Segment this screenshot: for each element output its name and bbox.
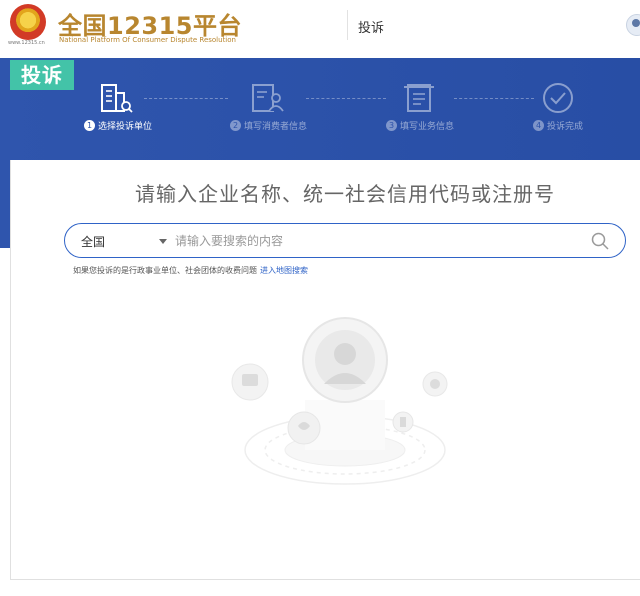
step-connector <box>454 98 534 99</box>
header-divider <box>347 10 348 40</box>
step-connector <box>144 98 228 99</box>
building-search-icon <box>101 84 133 113</box>
search-hint: 如果您投诉的是行政事业单位、社会团体的收费问题 进入地图搜索 <box>73 265 308 276</box>
hint-text: 如果您投诉的是行政事业单位、社会团体的收费问题 <box>73 266 257 275</box>
step-connector <box>306 98 386 99</box>
step-1-label: 1 选择投诉单位 <box>84 119 152 132</box>
user-avatar-icon[interactable] <box>626 14 640 36</box>
step-text: 投诉完成 <box>547 122 584 132</box>
step-number: 4 <box>533 120 544 131</box>
check-circle-icon <box>543 83 573 113</box>
step-number: 1 <box>84 120 95 131</box>
step-2-label: 2 填写消费者信息 <box>230 119 307 132</box>
search-headline: 请输入企业名称、统一社会信用代码或注册号 <box>135 182 555 206</box>
site-subtitle: National Platform Of Consumer Dispute Re… <box>59 36 236 44</box>
page: www.12315.cn 全国12315平台 National Platform… <box>0 0 640 596</box>
step-number: 2 <box>230 120 241 131</box>
page-tag: 投诉 <box>10 60 74 90</box>
step-text: 选择投诉单位 <box>98 122 153 132</box>
step-text: 填写消费者信息 <box>244 122 308 132</box>
step-3-label: 3 填写业务信息 <box>386 119 454 132</box>
customer-service-illustration <box>231 317 448 485</box>
national-emblem-icon[interactable] <box>10 4 46 40</box>
search-bar: 全国 <box>64 223 626 258</box>
step-number: 3 <box>386 120 397 131</box>
step-text: 填写业务信息 <box>400 122 455 132</box>
document-icon <box>404 84 434 112</box>
map-search-link[interactable]: 进入地图搜索 <box>260 266 308 275</box>
site-header: www.12315.cn 全国12315平台 National Platform… <box>0 0 640 58</box>
search-icon[interactable] <box>590 231 610 251</box>
search-input[interactable] <box>175 231 575 251</box>
region-select-value[interactable]: 全国 <box>81 233 105 250</box>
user-form-icon <box>252 84 284 112</box>
nav-complaint-link[interactable]: 投诉 <box>358 17 384 36</box>
emblem-url: www.12315.cn <box>8 40 45 46</box>
chevron-down-icon[interactable] <box>159 239 167 244</box>
step-4-label: 4 投诉完成 <box>533 119 583 132</box>
